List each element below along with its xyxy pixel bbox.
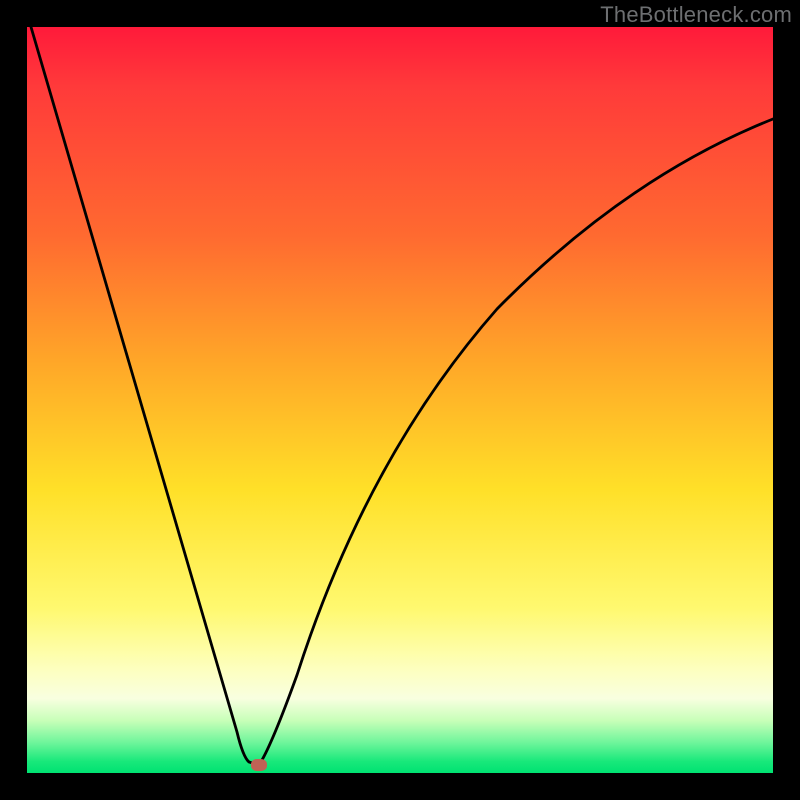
plot-area: [27, 27, 773, 773]
bottleneck-curve: [27, 27, 773, 773]
curve-right: [259, 119, 773, 765]
chart-frame: TheBottleneck.com: [0, 0, 800, 800]
watermark-text: TheBottleneck.com: [600, 2, 792, 28]
curve-left: [31, 27, 259, 765]
optimal-point-marker: [251, 759, 267, 771]
